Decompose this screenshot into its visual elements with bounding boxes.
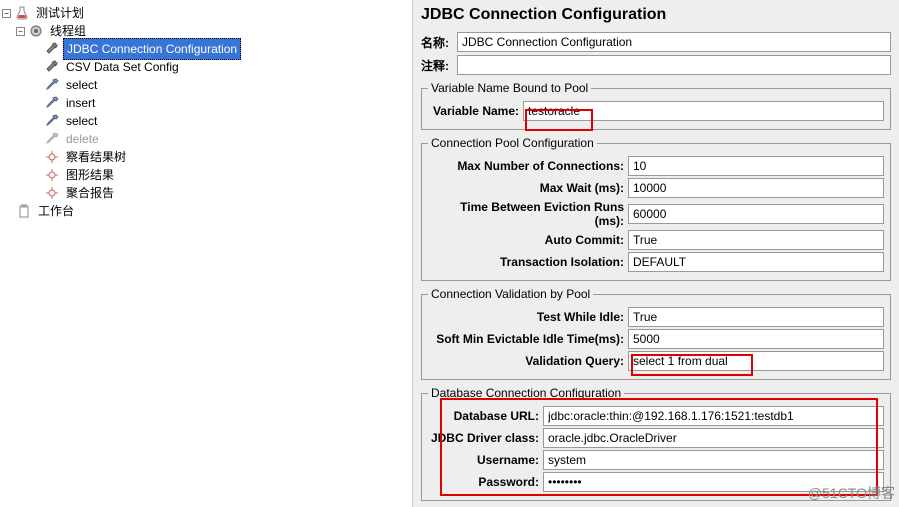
isolation-label: Transaction Isolation: [428, 255, 628, 269]
tree-item-resulttree[interactable]: 察看结果树 [2, 148, 410, 166]
dropper-icon [44, 95, 60, 111]
connection-pool-fieldset: Connection Pool Configuration Max Number… [421, 136, 891, 281]
tree-item-label: 聚合报告 [63, 183, 117, 203]
tree-root-label: 测试计划 [33, 3, 87, 23]
tree-item-label: select [63, 75, 100, 95]
scope-icon [44, 185, 60, 201]
tree-workbench-label: 工作台 [35, 201, 77, 221]
page-title: JDBC Connection Configuration [421, 0, 891, 32]
database-legend: Database Connection Configuration [428, 386, 624, 400]
tree-item-label: CSV Data Set Config [63, 57, 182, 77]
wrench-icon [44, 41, 60, 57]
validation-legend: Connection Validation by Pool [428, 287, 593, 301]
validation-fieldset: Connection Validation by Pool Test While… [421, 287, 891, 380]
evict-label: Time Between Eviction Runs (ms): [428, 200, 628, 228]
config-panel: JDBC Connection Configuration 名称: 注释: Va… [413, 0, 899, 507]
tree-item-select2[interactable]: select [2, 112, 410, 130]
tree-item-label: 察看结果树 [63, 147, 129, 167]
comment-input[interactable] [457, 55, 891, 75]
tree-item-select1[interactable]: select [2, 76, 410, 94]
variable-name-label: Variable Name: [428, 104, 523, 118]
validation-query-label: Validation Query: [428, 354, 628, 368]
wrench-icon [44, 59, 60, 75]
dropper-icon [44, 113, 60, 129]
collapse-icon[interactable]: − [16, 27, 25, 36]
max-wait-input[interactable] [628, 178, 884, 198]
db-url-label: Database URL: [428, 409, 543, 423]
tree-item-csv[interactable]: CSV Data Set Config [2, 58, 410, 76]
gear-icon [28, 23, 44, 39]
dropper-icon [44, 77, 60, 93]
dropper-icon [44, 131, 60, 147]
scope-icon [44, 149, 60, 165]
flask-icon [14, 5, 30, 21]
db-driver-input[interactable] [543, 428, 884, 448]
comment-label: 注释: [421, 57, 457, 74]
collapse-icon[interactable]: − [2, 9, 11, 18]
db-driver-label: JDBC Driver class: [428, 431, 543, 445]
validation-query-input[interactable] [628, 351, 884, 371]
tree-root[interactable]: − 测试计划 [2, 4, 410, 22]
tree-item-label: 图形结果 [63, 165, 117, 185]
variable-pool-legend: Variable Name Bound to Pool [428, 81, 591, 95]
watermark: @51CTO博客 [808, 483, 895, 503]
max-conn-label: Max Number of Connections: [428, 159, 628, 173]
auto-commit-select[interactable] [628, 230, 884, 250]
min-evict-label: Soft Min Evictable Idle Time(ms): [428, 332, 628, 346]
max-wait-label: Max Wait (ms): [428, 181, 628, 195]
tree-workbench[interactable]: 工作台 [2, 202, 410, 220]
min-evict-input[interactable] [628, 329, 884, 349]
tree-item-jdbc-config[interactable]: JDBC Connection Configuration [2, 40, 410, 58]
test-idle-select[interactable] [628, 307, 884, 327]
tree-item-insert[interactable]: insert [2, 94, 410, 112]
name-label: 名称: [421, 34, 457, 51]
tree-panel: − 测试计划 − 线程组 JDBC Connection Configurati… [0, 0, 413, 507]
tree-item-delete[interactable]: delete [2, 130, 410, 148]
scope-icon [44, 167, 60, 183]
variable-pool-fieldset: Variable Name Bound to Pool Variable Nam… [421, 81, 891, 130]
db-url-input[interactable] [543, 406, 884, 426]
tree-item-label: select [63, 111, 100, 131]
db-user-label: Username: [428, 453, 543, 467]
connection-pool-legend: Connection Pool Configuration [428, 136, 597, 150]
tree-item-graph[interactable]: 图形结果 [2, 166, 410, 184]
variable-name-input[interactable] [523, 101, 884, 121]
name-input[interactable] [457, 32, 891, 52]
db-pass-label: Password: [428, 475, 543, 489]
tree-item-aggregate[interactable]: 聚合报告 [2, 184, 410, 202]
tree-item-label: insert [63, 93, 98, 113]
tree-item-label: delete [63, 129, 102, 149]
max-conn-input[interactable] [628, 156, 884, 176]
test-idle-label: Test While Idle: [428, 310, 628, 324]
isolation-select[interactable] [628, 252, 884, 272]
clipboard-icon [16, 203, 32, 219]
db-user-input[interactable] [543, 450, 884, 470]
evict-input[interactable] [628, 204, 884, 224]
auto-commit-label: Auto Commit: [428, 233, 628, 247]
